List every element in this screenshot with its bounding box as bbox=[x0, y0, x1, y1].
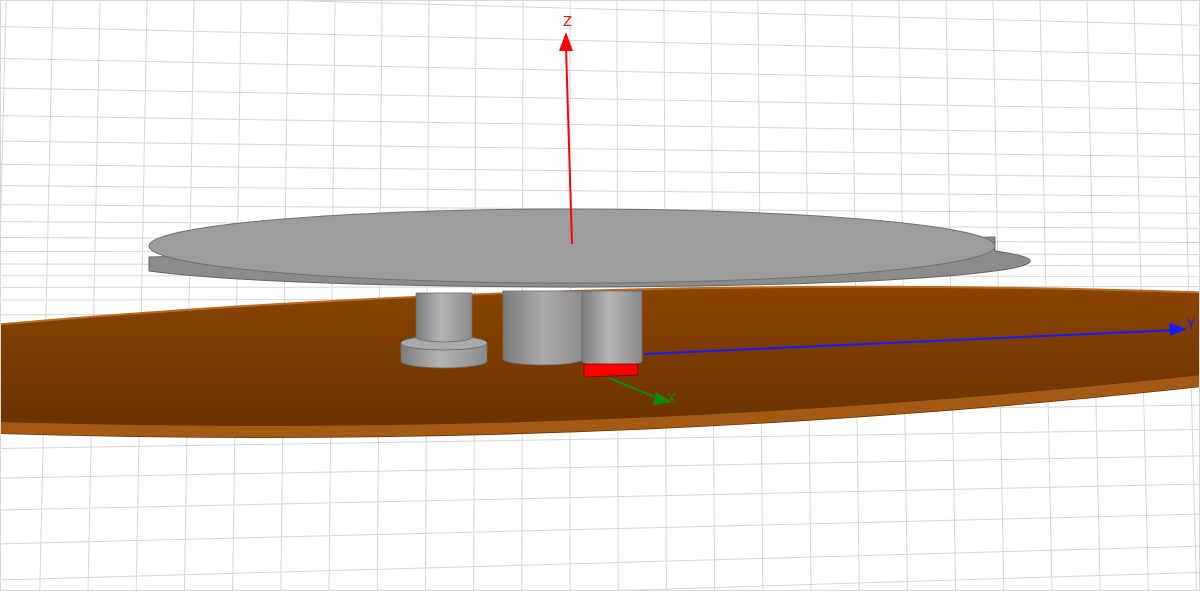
feed-probe-cylinder[interactable] bbox=[581, 290, 643, 367]
grid-line bbox=[1, 140, 1199, 158]
grid-line bbox=[1, 57, 1199, 85]
large-post-cylinder[interactable] bbox=[502, 290, 584, 366]
grid-line bbox=[1, 26, 1199, 56]
grid-line bbox=[1, 185, 1199, 197]
grid-line bbox=[1, 87, 1199, 111]
grid-line bbox=[1, 1, 7, 227]
grid-line bbox=[1, 483, 1199, 511]
grid-line bbox=[232, 1, 242, 590]
grid-line bbox=[1, 115, 1199, 135]
3d-modeler-viewport[interactable]: Z Y X bbox=[0, 0, 1200, 591]
scene-canvas[interactable] bbox=[1, 1, 1200, 591]
radiating-patch-disk[interactable] bbox=[148, 208, 1031, 288]
grid-line bbox=[135, 1, 148, 590]
grid-line bbox=[1, 455, 1199, 479]
grid-line bbox=[183, 1, 195, 590]
grid-line bbox=[280, 1, 289, 590]
z-axis-arrow bbox=[559, 32, 573, 51]
grid-line bbox=[1, 513, 1199, 545]
grid-line bbox=[376, 1, 383, 590]
grid-line bbox=[288, 1, 1199, 26]
grid-line bbox=[39, 1, 54, 590]
feed-port[interactable] bbox=[583, 363, 639, 378]
grid-line bbox=[1, 163, 1199, 179]
grid-line bbox=[1, 545, 1199, 581]
